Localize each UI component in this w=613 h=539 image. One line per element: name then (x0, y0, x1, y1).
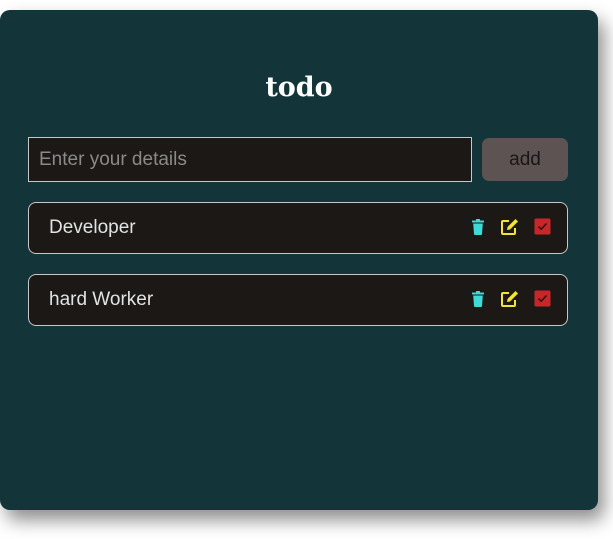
trash-icon[interactable] (469, 290, 487, 308)
checkbox-icon[interactable] (534, 218, 552, 236)
todo-card: todo add Developer hard Worker (0, 10, 598, 510)
page-title: todo (265, 72, 333, 103)
todo-item: Developer (28, 202, 568, 254)
edit-icon[interactable] (500, 290, 518, 308)
todo-item-label: Developer (49, 217, 136, 238)
checkbox-icon[interactable] (534, 290, 552, 308)
add-button[interactable]: add (482, 138, 568, 181)
todo-item: hard Worker (28, 274, 568, 326)
edit-icon[interactable] (500, 218, 518, 236)
todo-input[interactable] (28, 137, 472, 182)
todo-item-label: hard Worker (49, 289, 154, 310)
trash-icon[interactable] (469, 218, 487, 236)
